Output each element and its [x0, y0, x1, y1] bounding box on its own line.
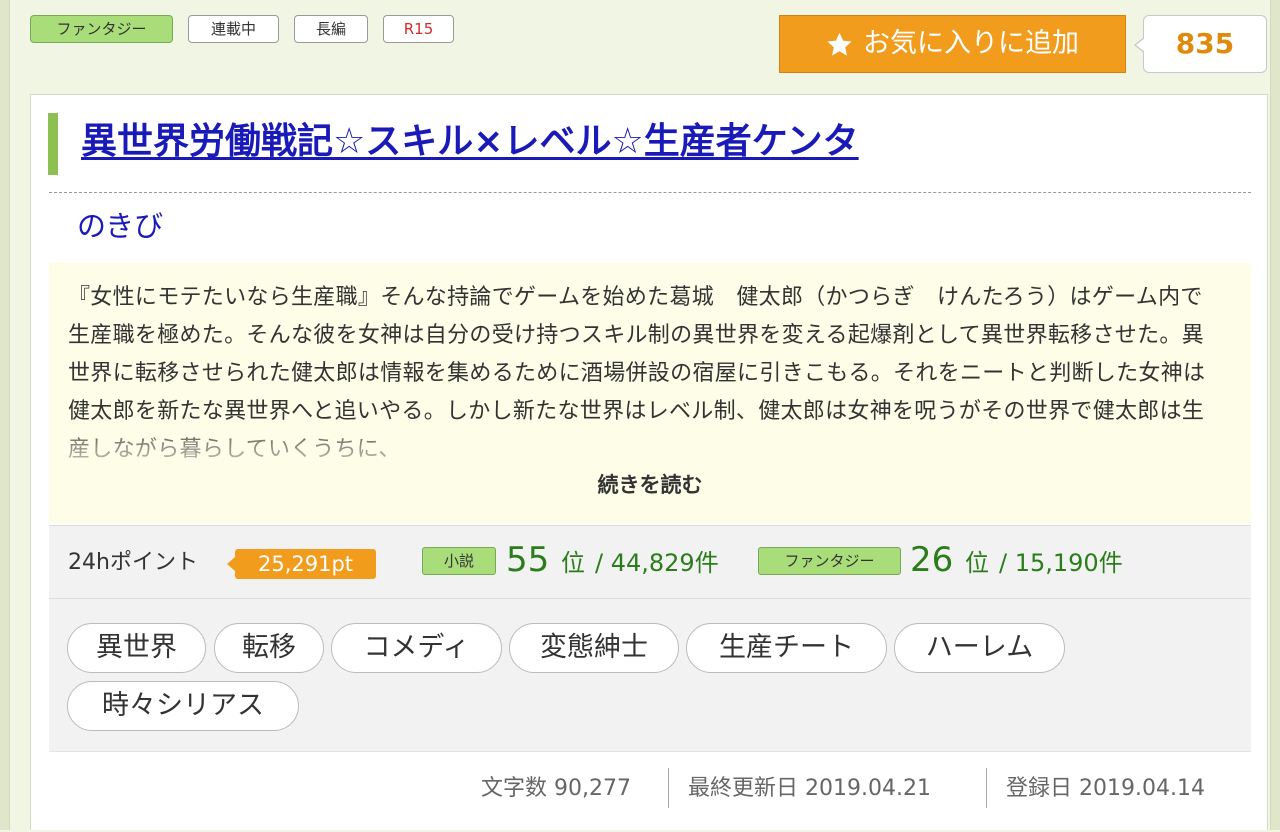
length-label: 長編	[294, 15, 368, 43]
rank-unit: 位	[561, 549, 585, 577]
add-favorite-button[interactable]: お気に入りに追加	[779, 15, 1126, 73]
char-count-value: 90,277	[554, 776, 631, 801]
divider	[49, 192, 1251, 193]
rank-number: 55	[506, 540, 550, 580]
rank-number: 26	[910, 540, 954, 580]
rank-unit: 位	[965, 549, 989, 577]
last-updated-value: 2019.04.21	[805, 776, 931, 801]
keyword-tag[interactable]: 異世界	[67, 623, 206, 673]
synopsis-box: 『女性にモテたいなら生産職』そんな持論でゲームを始めた葛城 健太郎（かつらぎ け…	[49, 263, 1251, 523]
novel-title-link[interactable]: 異世界労働戦記☆スキル×レベル☆生産者ケンタ	[81, 114, 859, 170]
label-row: ファンタジー 連載中 長編 R15	[30, 15, 454, 43]
last-updated-label: 最終更新日	[688, 776, 799, 801]
status-label: 連載中	[188, 15, 279, 43]
meta-divider	[668, 768, 669, 808]
last-updated: 最終更新日 2019.04.21	[688, 770, 931, 808]
novel-card: 異世界労働戦記☆スキル×レベル☆生産者ケンタ のきび 『女性にモテたいなら生産職…	[30, 94, 1268, 830]
keyword-tag[interactable]: 生産チート	[686, 623, 887, 673]
meta-divider	[986, 768, 987, 808]
keyword-tag[interactable]: ハーレム	[894, 623, 1065, 673]
favorite-count: 835	[1134, 15, 1267, 73]
keyword-tag[interactable]: 変態紳士	[509, 623, 679, 673]
title-accent-bar	[48, 113, 58, 175]
points-label: 24hポイント	[68, 550, 198, 575]
rank-category-tag[interactable]: 小説	[422, 547, 496, 575]
left-border	[0, 0, 10, 830]
char-count: 文字数 90,277	[481, 770, 631, 808]
add-favorite-label: お気に入りに追加	[863, 28, 1079, 59]
keyword-tag[interactable]: 時々シリアス	[67, 681, 299, 731]
author-link[interactable]: のきび	[77, 202, 163, 250]
rank-genre-tag[interactable]: ファンタジー	[758, 547, 901, 575]
keyword-tags: 異世界 転移 コメディ 変態紳士 生産チート ハーレム 時々シリアス	[49, 599, 1251, 751]
right-border	[1270, 0, 1280, 830]
genre-label[interactable]: ファンタジー	[30, 15, 173, 43]
novel-meta: 文字数 90,277 最終更新日 2019.04.21 登録日 2019.04.…	[49, 751, 1251, 832]
keyword-tag[interactable]: コメディ	[331, 623, 502, 673]
keyword-tag[interactable]: 転移	[214, 623, 324, 673]
registered-date: 登録日 2019.04.14	[1006, 770, 1205, 808]
rating-label: R15	[383, 15, 454, 43]
rank-total: / 15,190件	[999, 549, 1123, 577]
rank-total: / 44,829件	[595, 549, 719, 577]
stats-row: 24hポイント 25,291pt 小説 55 位 / 44,829件 ファンタジ…	[49, 525, 1251, 599]
registered-label: 登録日	[1006, 776, 1073, 801]
char-count-label: 文字数	[481, 776, 548, 801]
read-more-button[interactable]: 続きを読む	[49, 469, 1251, 499]
points-badge: 25,291pt	[227, 549, 376, 579]
star-icon	[827, 32, 852, 56]
registered-value: 2019.04.14	[1079, 776, 1205, 801]
